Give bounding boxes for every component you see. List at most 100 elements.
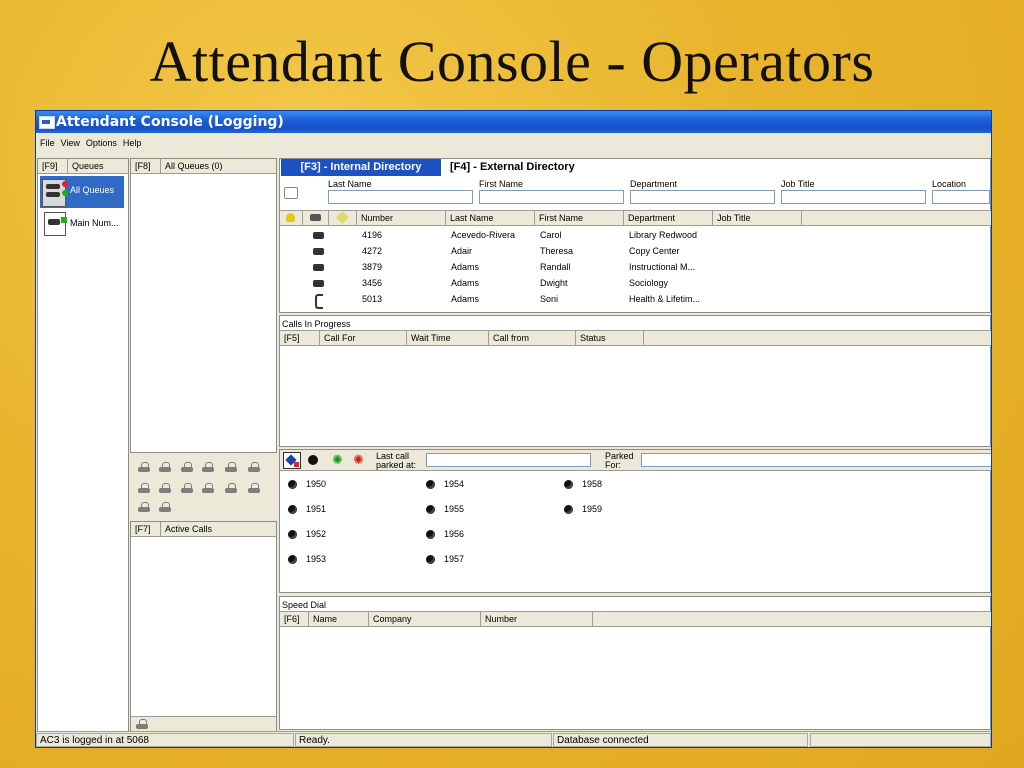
queue-phone-icon [42, 179, 68, 207]
park-slot[interactable]: 1957 [426, 553, 496, 567]
column-status[interactable]: Status [576, 331, 644, 345]
column-phone[interactable] [303, 211, 329, 225]
handset-icon [315, 294, 323, 309]
column-number[interactable]: Number [357, 211, 446, 225]
park-slot-dot [426, 530, 435, 539]
row-last-name: Adair [451, 246, 473, 256]
column-job-title[interactable]: Job Title [713, 211, 802, 225]
active-calls-panel: [F7] Active Calls [130, 521, 277, 732]
last-call-parked-at-field[interactable] [426, 453, 591, 467]
park-slot-dot [288, 530, 297, 539]
search-input-first-name[interactable] [479, 190, 624, 204]
speed-dial-title: Speed Dial [282, 600, 327, 610]
directory-table-header: Number Last Name First Name Department J… [280, 210, 991, 226]
forward-icon[interactable] [247, 482, 261, 494]
directory-row[interactable]: 4196 Acevedo-Rivera Carol Library Redwoo… [280, 228, 991, 243]
park-slot-dot [288, 555, 297, 564]
park-black-dot-icon[interactable] [308, 455, 318, 465]
column-wait-time[interactable]: Wait Time [407, 331, 489, 345]
park-filter-icon[interactable] [283, 452, 301, 469]
speed-dial-panel: Speed Dial [F6] Name Company Number [279, 596, 991, 730]
park-slot[interactable]: 1954 [426, 478, 496, 492]
search-icon[interactable] [284, 187, 298, 199]
phone-icon [313, 264, 324, 271]
window-titlebar[interactable]: Attendant Console (Logging) [36, 111, 991, 133]
hangup-icon[interactable] [158, 461, 172, 473]
park-slot-dot [426, 480, 435, 489]
park-slot[interactable]: 1950 [288, 478, 358, 492]
column-f6[interactable]: [F6] [280, 612, 309, 626]
answer-icon[interactable] [137, 461, 151, 473]
column-notes[interactable] [329, 211, 357, 225]
park-slot-number: 1959 [582, 504, 603, 514]
queue-item-label: Main Num... [70, 218, 119, 228]
column-company[interactable]: Company [369, 612, 481, 626]
park-green-star-icon[interactable]: ✺ [332, 453, 343, 467]
directory-row[interactable]: 3456 Adams Dwight Sociology [280, 276, 991, 291]
search-label-job-title: Job Title [781, 179, 815, 189]
parked-for-field[interactable] [641, 453, 991, 467]
row-number: 3456 [362, 278, 383, 288]
pickup-icon[interactable] [224, 482, 238, 494]
column-call-for[interactable]: Call For [320, 331, 407, 345]
call-park-panel: ✺ ✺ Last call parked at: Parked For: 195… [279, 449, 991, 593]
status-extra [810, 733, 991, 747]
park-slot[interactable]: 1951 [288, 503, 358, 517]
active-calls-key: [F7] [131, 522, 161, 536]
consult-icon[interactable] [180, 482, 194, 494]
phone-icon[interactable] [135, 718, 149, 730]
voicemail-icon[interactable] [137, 501, 151, 513]
column-f5[interactable]: [F5] [280, 331, 320, 345]
search-input-location[interactable] [932, 190, 990, 204]
menu-help[interactable]: Help [123, 138, 142, 148]
column-call-from[interactable]: Call from [489, 331, 576, 345]
park-slot[interactable]: 1958 [564, 478, 634, 492]
menu-view[interactable]: View [61, 138, 80, 148]
redial-icon[interactable] [158, 482, 172, 494]
menu-file[interactable]: File [40, 138, 55, 148]
column-speed-dial-number[interactable]: Number [481, 612, 593, 626]
park-slot-number: 1958 [582, 479, 603, 489]
queue-item-main-number[interactable]: Main Num... [40, 211, 124, 237]
directory-row[interactable]: 5013 Adams Soni Health & Lifetim... [280, 292, 991, 309]
park-slot[interactable]: 1955 [426, 503, 496, 517]
directory-card-icon[interactable] [201, 482, 215, 494]
row-number: 4196 [362, 230, 383, 240]
hold-icon[interactable] [180, 461, 194, 473]
search-input-job-title[interactable] [781, 190, 926, 204]
all-queues-key: [F8] [131, 159, 161, 173]
phone-icon [310, 214, 321, 221]
directory-row[interactable]: 3879 Adams Randall Instructional M... [280, 260, 991, 275]
transfer-icon[interactable] [201, 461, 215, 473]
search-input-department[interactable] [630, 190, 775, 204]
column-department[interactable]: Department [624, 211, 713, 225]
status-db: Database connected [553, 733, 808, 747]
row-first-name: Dwight [540, 278, 568, 288]
search-input-last-name[interactable] [328, 190, 473, 204]
parked-for-label-line2: For: [605, 460, 622, 470]
dial-icon[interactable] [137, 482, 151, 494]
park-slot[interactable]: 1953 [288, 553, 358, 567]
park-red-star-icon[interactable]: ✺ [353, 453, 364, 467]
tab-external-directory[interactable]: [F4] - External Directory [450, 159, 630, 176]
row-department: Instructional M... [629, 262, 696, 272]
park-slot[interactable]: 1956 [426, 528, 496, 542]
row-department: Library Redwood [629, 230, 698, 240]
park-slot[interactable]: 1959 [564, 503, 634, 517]
queue-item-all-queues[interactable]: All Queues [40, 176, 124, 208]
column-presence[interactable] [280, 211, 303, 225]
conference-icon[interactable] [224, 461, 238, 473]
tab-internal-directory[interactable]: [F3] - Internal Directory [281, 159, 441, 176]
park-slot-dot [564, 505, 573, 514]
call-control-toolbar [130, 453, 275, 519]
park-icon[interactable] [247, 461, 261, 473]
column-name[interactable]: Name [309, 612, 369, 626]
slide-title: Attendant Console - Operators [149, 29, 875, 94]
menu-options[interactable]: Options [86, 138, 117, 148]
intercom-icon[interactable] [158, 501, 172, 513]
column-last-name[interactable]: Last Name [446, 211, 535, 225]
directory-row[interactable]: 4272 Adair Theresa Copy Center [280, 244, 991, 259]
park-slot[interactable]: 1952 [288, 528, 358, 542]
calls-in-progress-panel: Calls In Progress [F5] Call For Wait Tim… [279, 315, 991, 447]
column-first-name[interactable]: First Name [535, 211, 624, 225]
